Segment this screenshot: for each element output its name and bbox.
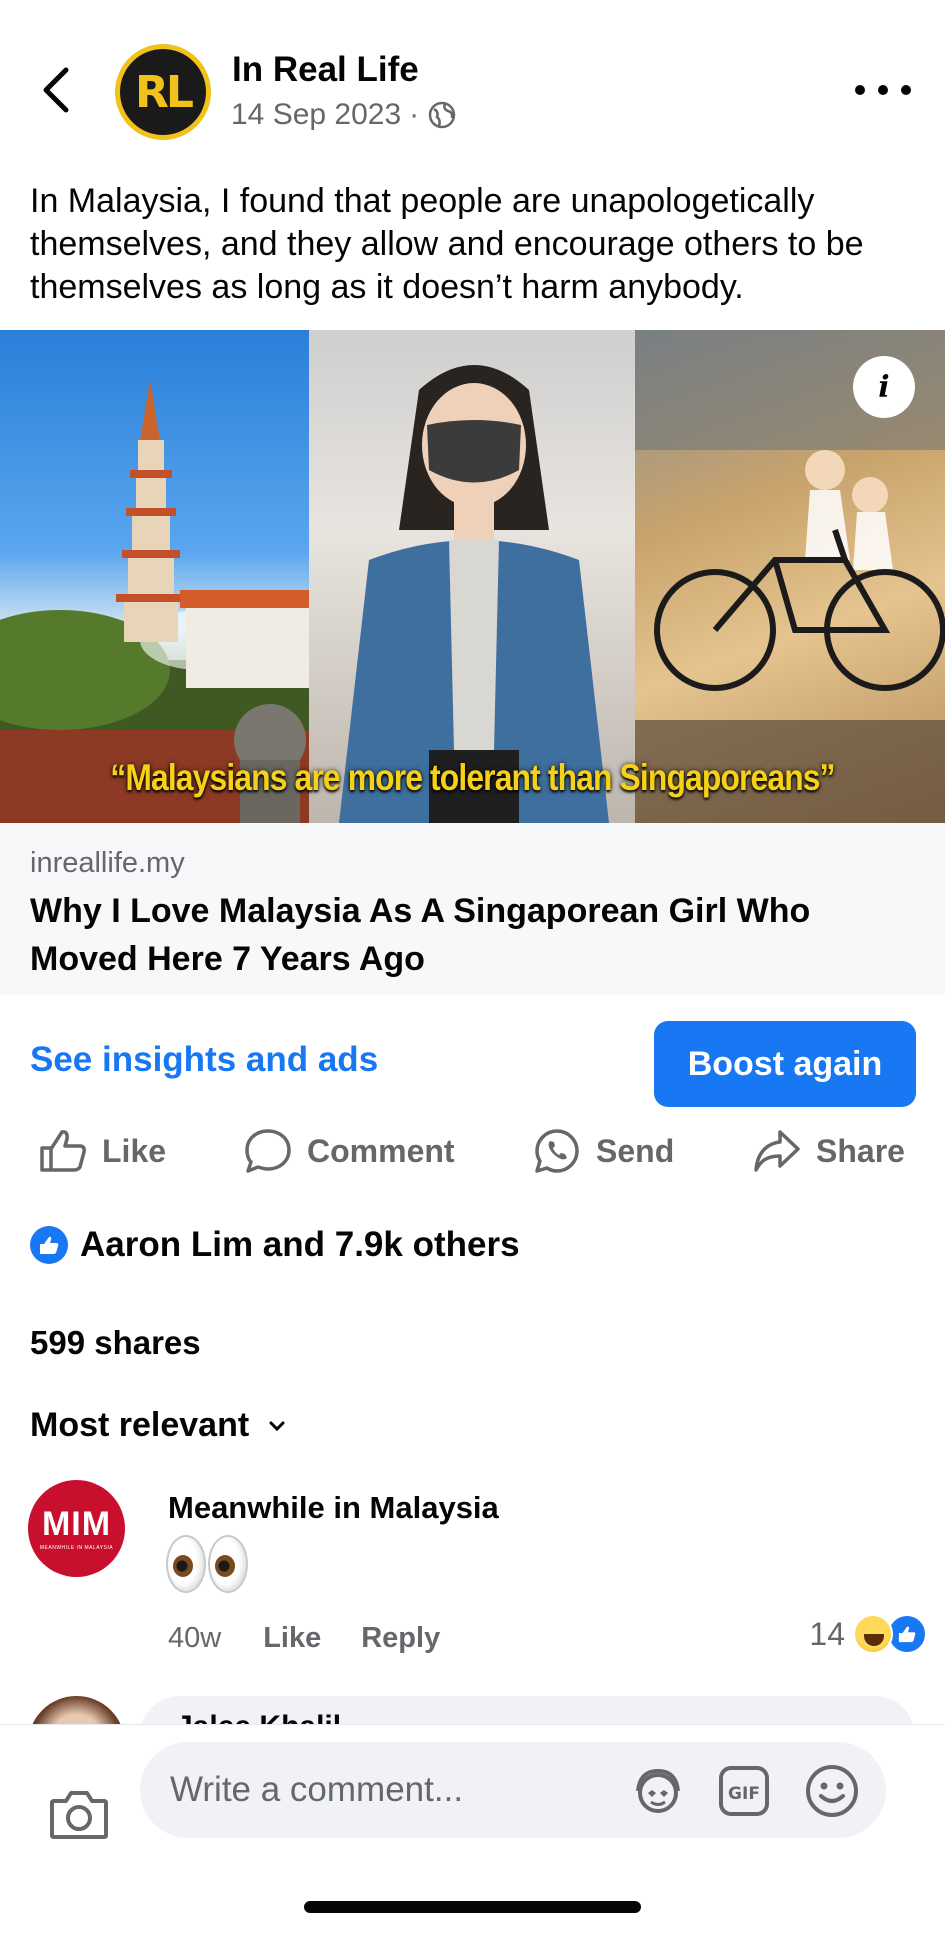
pagoda-photo xyxy=(0,330,309,823)
eye-right xyxy=(208,1535,248,1593)
comment-button[interactable]: Comment xyxy=(243,1120,455,1182)
share-arrow-icon xyxy=(754,1130,800,1172)
woman-illustration xyxy=(339,365,609,823)
smiley-icon xyxy=(806,1765,858,1817)
whatsapp-icon xyxy=(535,1129,579,1173)
sort-selected: Most relevant xyxy=(30,1406,250,1444)
haha-icon xyxy=(853,1614,893,1654)
reactions-summary[interactable]: Aaron Lim and 7.9k others xyxy=(30,1225,520,1265)
share-label: Share xyxy=(816,1132,905,1169)
avatar-sticker-icon xyxy=(636,1768,680,1813)
comment-input[interactable] xyxy=(140,1742,886,1838)
link-title: Why I Love Malaysia As A Singaporean Gir… xyxy=(30,892,811,978)
send-label: Send xyxy=(596,1132,675,1169)
share-button[interactable]: Share xyxy=(752,1120,905,1182)
camera-button[interactable] xyxy=(48,1787,110,1843)
see-insights-link[interactable]: See insights and ads xyxy=(30,1040,378,1080)
comment-like-button[interactable]: Like xyxy=(263,1622,321,1655)
page-name[interactable]: In Real Life xyxy=(232,50,419,90)
page-avatar[interactable]: RL xyxy=(115,44,211,140)
back-button[interactable] xyxy=(30,62,80,118)
avatar-sticker-button[interactable] xyxy=(630,1763,686,1819)
post-header: RL In Real Life 14 Sep 2023 · xyxy=(0,0,945,180)
comment-label: Comment xyxy=(307,1132,455,1169)
globe-icon xyxy=(428,101,456,129)
home-indicator xyxy=(304,1901,641,1913)
dot xyxy=(878,85,888,95)
like-label: Like xyxy=(102,1132,167,1169)
send-button[interactable]: Send xyxy=(532,1120,674,1182)
link-preview-info[interactable]: inreallife.my Why I Love Malaysia As A S… xyxy=(0,823,945,995)
more-options-button[interactable] xyxy=(855,70,911,110)
like-reaction-icon xyxy=(30,1226,68,1264)
comment-reactions[interactable]: 14 xyxy=(809,1614,927,1654)
reactions-text: Aaron Lim and 7.9k others xyxy=(80,1225,520,1264)
post-action-bar: Like Comment Send Share xyxy=(0,1120,945,1182)
boost-again-button[interactable]: Boost again xyxy=(654,1021,916,1107)
like-icon xyxy=(887,1614,927,1654)
gif-icon: GIF xyxy=(719,1766,769,1816)
chevron-left-icon xyxy=(43,67,69,113)
camera-icon xyxy=(50,1791,108,1839)
avatar-logo-text: MIM xyxy=(41,1504,112,1543)
post-date: 14 Sep 2023 xyxy=(231,98,402,131)
post-text: In Malaysia, I found that people are una… xyxy=(30,182,864,306)
avatar-logo-subtext: MEANWHILE IN MALAYSIA xyxy=(39,1544,114,1551)
eyes-emoji xyxy=(166,1535,248,1593)
comment-author[interactable]: Meanwhile in Malaysia xyxy=(168,1490,499,1526)
eye-left xyxy=(166,1535,206,1593)
comment-meta: 40w Like Reply xyxy=(168,1622,480,1655)
emoji-button[interactable] xyxy=(804,1763,860,1819)
gif-button[interactable]: GIF xyxy=(716,1763,772,1819)
comments-sort-dropdown[interactable]: Most relevant xyxy=(30,1406,285,1445)
chevron-down-icon xyxy=(269,1421,285,1431)
dot xyxy=(901,85,911,95)
post-meta: 14 Sep 2023 · xyxy=(231,98,457,132)
thumbs-up-icon xyxy=(40,1130,86,1172)
pagoda-illustration xyxy=(0,380,309,823)
image-caption: “Malaysians are more tolerant than Singa… xyxy=(110,757,835,798)
woman-photo xyxy=(309,330,635,823)
like-button[interactable]: Like xyxy=(38,1120,166,1182)
link-domain: inreallife.my xyxy=(30,847,185,879)
comment-reply-button[interactable]: Reply xyxy=(361,1622,440,1655)
dot xyxy=(855,85,865,95)
shares-count[interactable]: 599 shares xyxy=(30,1324,201,1362)
comment-time: 40w xyxy=(168,1622,222,1654)
info-button[interactable]: i xyxy=(853,356,915,418)
comment-reaction-count: 14 xyxy=(809,1615,845,1652)
comment-bubble-icon xyxy=(245,1129,291,1173)
svg-text:GIF: GIF xyxy=(728,1784,760,1804)
link-preview-image[interactable]: i “Malaysians are more tolerant than Sin… xyxy=(0,330,945,823)
commenter-avatar[interactable]: MIM MEANWHILE IN MALAYSIA xyxy=(28,1480,125,1577)
avatar-logo-text: RL xyxy=(135,66,194,118)
meta-separator: · xyxy=(409,98,420,131)
